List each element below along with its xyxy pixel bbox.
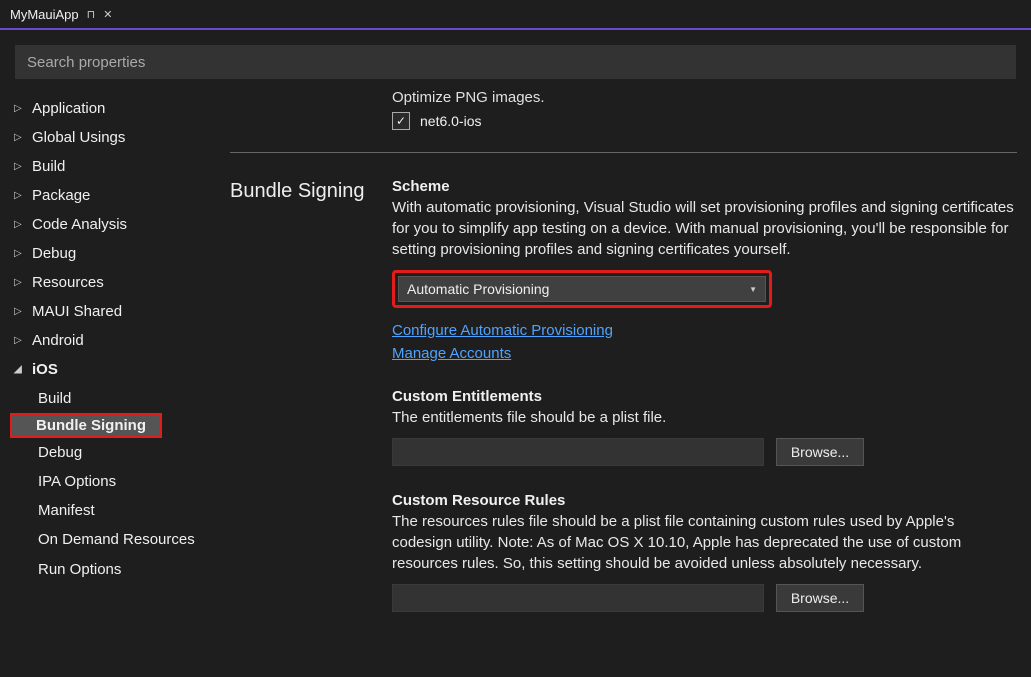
sidebar-item-label: MAUI Shared (32, 303, 122, 320)
rules-description: The resources rules file should be a pli… (392, 511, 1017, 574)
close-icon[interactable]: ✕ (103, 8, 112, 21)
chevron-down-icon: ▼ (749, 285, 757, 294)
chevron-right-icon: ▷ (14, 248, 28, 259)
chevron-right-icon: ▷ (14, 103, 28, 114)
sidebar-item-label: iOS (32, 361, 58, 378)
sidebar: ▷ Application ▷ Global Usings ▷ Build ▷ Pack… (0, 89, 200, 677)
checkbox-label: net6.0-ios (420, 113, 481, 129)
sidebar-item-code-analysis[interactable]: ▷ Code Analysis (10, 210, 200, 239)
search-input[interactable] (15, 45, 1016, 79)
link-configure-provisioning[interactable]: Configure Automatic Provisioning (392, 322, 1017, 339)
sidebar-item-label: Code Analysis (32, 216, 127, 233)
chevron-right-icon: ▷ (14, 132, 28, 143)
sidebar-item-label: Build (38, 390, 71, 407)
search-container (0, 30, 1031, 89)
sidebar-item-manifest[interactable]: Manifest (10, 496, 200, 525)
chevron-right-icon: ▷ (14, 219, 28, 230)
sidebar-item-debug[interactable]: ▷ Debug (10, 239, 200, 268)
sidebar-item-label: IPA Options (38, 473, 116, 490)
scheme-dropdown-highlight: Automatic Provisioning ▼ (392, 270, 772, 308)
sidebar-item-ios-build[interactable]: Build (10, 384, 200, 413)
sidebar-item-label: Run Options (38, 561, 121, 578)
sidebar-item-label: On Demand Resources (38, 531, 195, 549)
chevron-right-icon: ▷ (14, 161, 28, 172)
sidebar-item-label: Build (32, 158, 65, 175)
tab-bar: MyMauiApp ⊓ ✕ (0, 0, 1031, 30)
scheme-dropdown[interactable]: Automatic Provisioning ▼ (398, 276, 766, 302)
sidebar-item-label: Package (32, 187, 90, 204)
chevron-right-icon: ▷ (14, 335, 28, 346)
pin-icon[interactable]: ⊓ (87, 8, 96, 21)
dropdown-value: Automatic Provisioning (407, 281, 549, 297)
sidebar-item-label: Bundle Signing (36, 417, 146, 434)
rules-input[interactable] (392, 584, 764, 612)
partial-text: Optimize PNG images. (230, 89, 1017, 112)
checkbox-net6-ios[interactable]: ✓ (392, 112, 410, 130)
rules-label: Custom Resource Rules (392, 492, 1017, 509)
chevron-right-icon: ▷ (14, 190, 28, 201)
sidebar-item-maui-shared[interactable]: ▷ MAUI Shared (10, 297, 200, 326)
sidebar-item-label: Manifest (38, 502, 95, 519)
sidebar-item-bundle-signing[interactable]: Bundle Signing (10, 413, 162, 438)
sidebar-item-package[interactable]: ▷ Package (10, 181, 200, 210)
sidebar-item-global-usings[interactable]: ▷ Global Usings (10, 123, 200, 152)
sidebar-item-label: Application (32, 100, 105, 117)
entitlements-input[interactable] (392, 438, 764, 466)
sidebar-item-on-demand-resources[interactable]: On Demand Resources (10, 525, 200, 555)
sidebar-item-run-options[interactable]: Run Options (10, 555, 200, 584)
chevron-right-icon: ▷ (14, 277, 28, 288)
entitlements-label: Custom Entitlements (392, 388, 1017, 405)
sidebar-item-android[interactable]: ▷ Android (10, 326, 200, 355)
sidebar-item-application[interactable]: ▷ Application (10, 94, 200, 123)
browse-button[interactable]: Browse... (776, 438, 864, 466)
scheme-description: With automatic provisioning, Visual Stud… (392, 197, 1017, 260)
tab-title: MyMauiApp (10, 7, 79, 22)
browse-button[interactable]: Browse... (776, 584, 864, 612)
sidebar-item-label: Debug (32, 245, 76, 262)
chevron-down-icon: ◢ (14, 364, 28, 375)
sidebar-item-resources[interactable]: ▷ Resources (10, 268, 200, 297)
main-panel: Optimize PNG images. ✓ net6.0-ios Bundle… (200, 89, 1031, 677)
sidebar-item-build[interactable]: ▷ Build (10, 152, 200, 181)
sidebar-item-label: Debug (38, 444, 82, 461)
entitlements-description: The entitlements file should be a plist … (392, 407, 1017, 428)
section-title: Bundle Signing (230, 178, 392, 612)
sidebar-item-label: Android (32, 332, 84, 349)
sidebar-item-label: Resources (32, 274, 104, 291)
sidebar-item-ios[interactable]: ◢ iOS (10, 355, 200, 384)
link-manage-accounts[interactable]: Manage Accounts (392, 345, 1017, 362)
chevron-right-icon: ▷ (14, 306, 28, 317)
sidebar-item-ipa-options[interactable]: IPA Options (10, 467, 200, 496)
sidebar-item-ios-debug[interactable]: Debug (10, 438, 200, 467)
document-tab[interactable]: MyMauiApp ⊓ ✕ (0, 0, 120, 28)
sidebar-item-label: Global Usings (32, 129, 125, 146)
divider (230, 152, 1017, 153)
scheme-label: Scheme (392, 178, 1017, 195)
